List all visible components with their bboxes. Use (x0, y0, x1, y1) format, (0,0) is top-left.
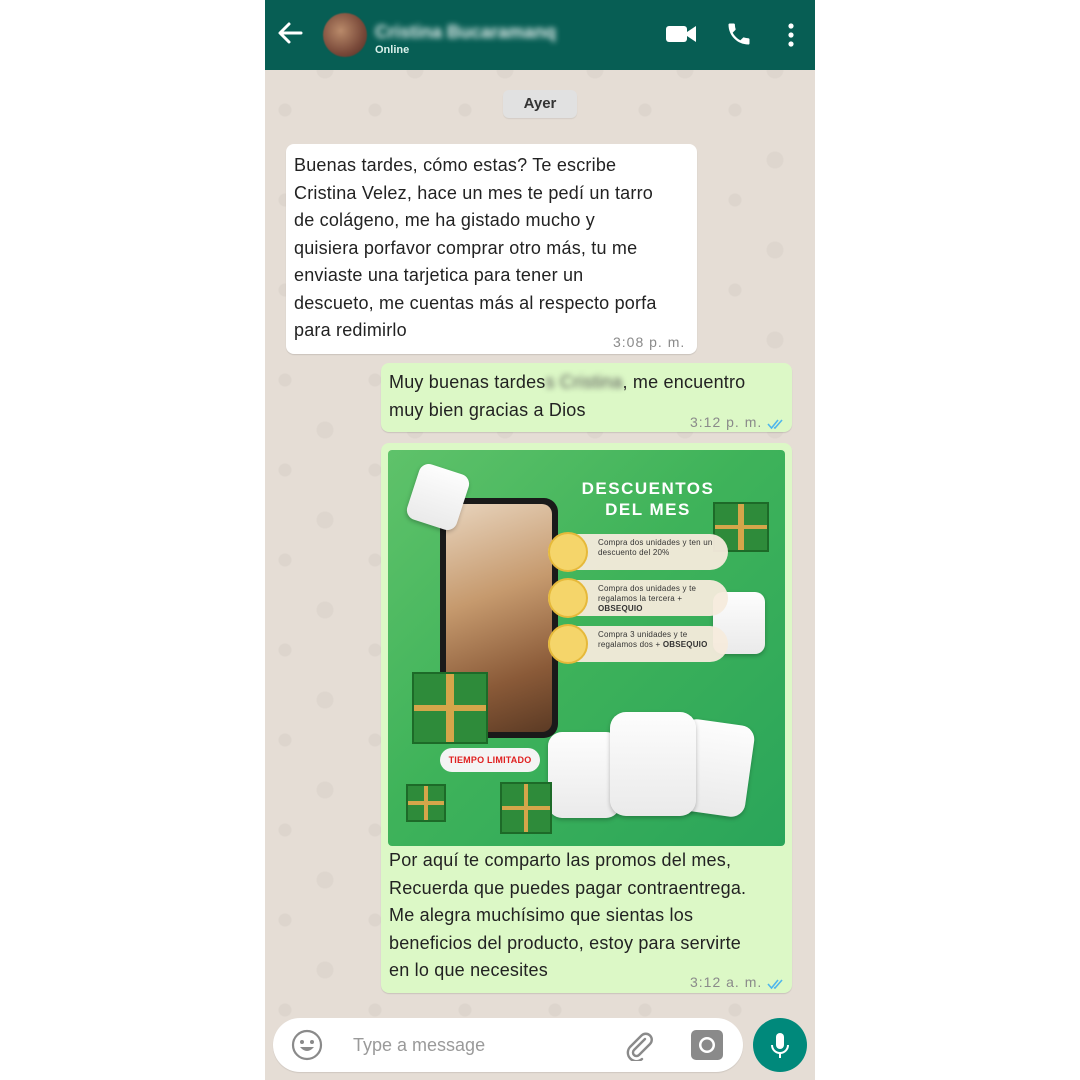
outgoing-message-bubble[interactable]: Muy buenas tardess Cristina, me encuentr… (381, 363, 792, 432)
gift-box-icon (500, 782, 552, 834)
gift-box-icon (406, 784, 446, 822)
more-options-icon[interactable] (787, 22, 795, 53)
pointing-hand-icon (548, 578, 588, 618)
message-text: Por aquí te comparto las promos del mes,… (389, 847, 789, 985)
pointing-hand-icon (548, 532, 588, 572)
date-separator: Ayer (503, 90, 577, 118)
chat-header: Cristina Bucaramanq Online (265, 0, 815, 70)
camera-icon[interactable] (690, 1029, 724, 1066)
blurred-name: s Cristina (545, 372, 623, 392)
phone-call-icon[interactable] (725, 20, 753, 53)
limited-time-badge: TIEMPO LIMITADO (440, 748, 540, 772)
double-check-icon (767, 411, 785, 439)
message-line: Cristina Velez, hace un mes te pedí un t… (294, 182, 653, 203)
message-input-bar: Type a message (273, 1018, 743, 1072)
message-line: de colágeno, me ha gistado mucho y (294, 210, 595, 230)
back-arrow-icon[interactable] (275, 18, 305, 48)
attach-icon[interactable] (623, 1029, 655, 1066)
double-check-icon (767, 971, 785, 999)
offer-pill: Compra 3 unidades y te regalamos dos + O… (548, 624, 728, 664)
mic-button[interactable] (753, 1018, 807, 1072)
message-input[interactable]: Type a message (353, 1035, 485, 1056)
message-line: Por aquí te comparto las promos del mes, (389, 850, 732, 870)
message-line: Me alegra muchísimo que sientas los (389, 905, 694, 925)
message-line: enviaste una tarjetica para tener un (294, 265, 584, 285)
incoming-message-bubble[interactable]: Buenas tardes, cómo estas? Te escribe Cr… (286, 144, 697, 354)
message-line: beneficios del producto, estoy para serv… (389, 932, 741, 953)
emoji-icon[interactable] (291, 1029, 323, 1066)
pointing-hand-icon (548, 624, 588, 664)
message-text: Buenas tardes, cómo estas? Te escribe Cr… (294, 152, 694, 345)
promo-title-line: DEL MES (605, 500, 691, 519)
outgoing-image-message[interactable]: DESCUENTOS DEL MES Compra dos unidades y… (381, 443, 792, 993)
offer-pill: Compra dos unidades y te regalamos la te… (548, 578, 728, 618)
offer-pill: Compra dos unidades y ten un descuento d… (548, 532, 728, 572)
message-line: Recuerda que puedes pagar contraentrega. (389, 877, 747, 898)
video-call-icon[interactable] (665, 22, 697, 51)
message-line: Buenas tardes, cómo estas? Te escribe (294, 155, 617, 175)
offer-bold: OBSEQUIO (662, 640, 708, 649)
offer-text: Compra dos unidades y te regalamos la te… (598, 584, 697, 603)
gift-box-icon (412, 672, 488, 744)
promo-title-line: DESCUENTOS (581, 479, 715, 498)
contact-avatar[interactable] (323, 13, 367, 57)
mic-icon (771, 1033, 789, 1058)
message-text-part: Muy buenas tardes (389, 372, 546, 392)
message-time: 3:12 a. m. (690, 974, 763, 990)
message-text-part: , me encuentro (622, 372, 746, 392)
offer-bold: OBSEQUIO (598, 604, 643, 613)
product-jar (610, 712, 696, 816)
message-time: 3:12 p. m. (690, 414, 763, 430)
message-line: Muy buenas tardess Cristina, me encuentr… (389, 369, 789, 397)
contact-name[interactable]: Cristina Bucaramanq (375, 22, 556, 43)
chat-window: Cristina Bucaramanq Online Ayer Buenas t… (265, 0, 815, 1080)
promo-title: DESCUENTOS DEL MES (548, 478, 748, 520)
promo-image[interactable]: DESCUENTOS DEL MES Compra dos unidades y… (388, 450, 785, 846)
contact-status: Online (375, 44, 410, 56)
offer-text: Compra dos unidades y ten un descuento d… (598, 538, 713, 557)
message-time: 3:08 p. m. (613, 334, 686, 350)
message-line: descueto, me cuentas más al respecto por… (294, 292, 657, 313)
message-line: quisiera porfavor comprar otro más, tu m… (294, 237, 638, 258)
